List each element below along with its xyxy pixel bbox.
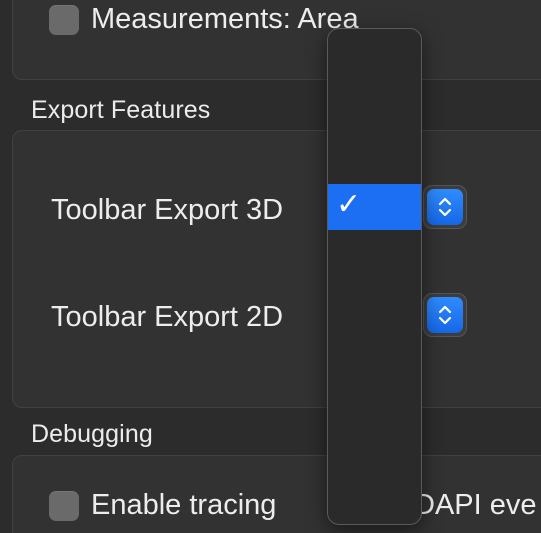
updown-chevron-icon	[427, 297, 463, 333]
measurements-area-label: Measurements: Area	[91, 3, 359, 35]
toolbar-export-3d-popup-button[interactable]	[423, 185, 467, 229]
export-features-group	[12, 130, 541, 408]
export-features-title: Export Features	[31, 96, 211, 124]
debugging-title: Debugging	[31, 420, 153, 448]
toolbar-export-3d-label: Toolbar Export 3D	[51, 194, 284, 226]
enable-tracing-label: Enable tracing	[91, 489, 277, 521]
measurements-area-checkbox-row[interactable]: Measurements: Area	[49, 3, 359, 36]
updown-chevron-icon	[427, 189, 463, 225]
enable-tracing-checkbox-row[interactable]: Enable tracing	[49, 489, 276, 522]
toolbar-export-2d-popup-button[interactable]	[423, 293, 467, 337]
measurements-area-checkbox[interactable]	[49, 4, 79, 35]
dropdown-menu[interactable]: ✓	[327, 28, 422, 525]
preferences-panel: Measurements: Area Export Features Toolb…	[0, 0, 541, 533]
checkmark-icon: ✓	[336, 188, 362, 221]
enable-tracing-label-suffix: DAPI eve	[414, 489, 537, 521]
dropdown-menu-item-selected[interactable]: ✓	[328, 184, 421, 230]
toolbar-export-2d-label: Toolbar Export 2D	[51, 301, 284, 333]
enable-tracing-checkbox[interactable]	[49, 490, 79, 521]
